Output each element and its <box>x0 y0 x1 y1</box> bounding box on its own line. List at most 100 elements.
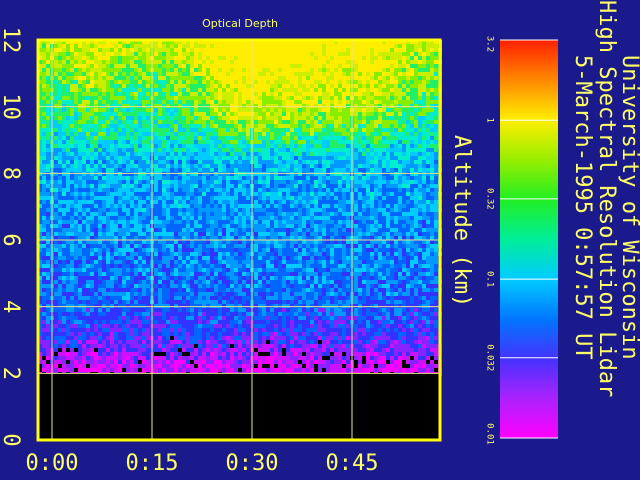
heatmap-cell <box>170 172 174 176</box>
heatmap-cell <box>430 160 434 164</box>
heatmap-cell <box>366 104 370 108</box>
heatmap-cell <box>174 168 178 172</box>
heatmap-cell <box>270 68 274 72</box>
heatmap-cell <box>106 124 110 128</box>
heatmap-cell <box>390 188 394 192</box>
heatmap-cell <box>70 224 74 228</box>
heatmap-cell <box>358 180 362 184</box>
heatmap-cell <box>274 148 278 152</box>
heatmap-cell <box>126 72 130 76</box>
heatmap-cell <box>302 172 306 176</box>
heatmap-cell <box>46 144 50 148</box>
heatmap-cell <box>410 196 414 200</box>
heatmap-cell <box>342 184 346 188</box>
heatmap-cell <box>414 200 418 204</box>
heatmap-cell <box>82 232 86 236</box>
heatmap-cell <box>210 160 214 164</box>
heatmap-cell <box>178 216 182 220</box>
heatmap-cell <box>42 228 46 232</box>
heatmap-cell <box>334 220 338 224</box>
heatmap-cell <box>258 120 262 124</box>
heatmap-cell <box>246 44 250 48</box>
heatmap-cell <box>358 80 362 84</box>
heatmap-cell <box>242 152 246 156</box>
heatmap-cell <box>266 44 270 48</box>
heatmap-cell <box>90 208 94 212</box>
heatmap-cell <box>298 184 302 188</box>
heatmap-cell <box>274 188 278 192</box>
heatmap-cell <box>238 160 242 164</box>
heatmap-cell <box>194 204 198 208</box>
heatmap-cell <box>274 164 278 168</box>
heatmap-cell <box>338 56 342 60</box>
heatmap-cell <box>386 136 390 140</box>
heatmap-cell <box>222 216 226 220</box>
heatmap-cell <box>218 84 222 88</box>
heatmap-cell <box>130 232 134 236</box>
heatmap-cell <box>302 216 306 220</box>
heatmap-cell <box>138 168 142 172</box>
heatmap-cell <box>190 88 194 92</box>
heatmap-cell <box>230 48 234 52</box>
heatmap-cell <box>194 172 198 176</box>
heatmap-cell <box>78 212 82 216</box>
heatmap-cell <box>262 64 266 68</box>
heatmap-cell <box>62 48 66 52</box>
heatmap-cell <box>218 132 222 136</box>
heatmap-cell <box>86 80 90 84</box>
heatmap-cell <box>254 208 258 212</box>
heatmap-cell <box>366 76 370 80</box>
heatmap-cell <box>54 92 58 96</box>
heatmap-cell <box>370 136 374 140</box>
heatmap-cell <box>146 100 150 104</box>
heatmap-cell <box>42 72 46 76</box>
heatmap-cell <box>114 76 118 80</box>
heatmap-cell <box>402 208 406 212</box>
heatmap-cell <box>206 124 210 128</box>
heatmap-cell <box>366 84 370 88</box>
heatmap-cell <box>170 112 174 116</box>
heatmap-cell <box>174 52 178 56</box>
heatmap-cell <box>230 168 234 172</box>
heatmap-cell <box>110 132 114 136</box>
heatmap-cell <box>146 108 150 112</box>
heatmap-cell <box>210 180 214 184</box>
heatmap-cell <box>90 212 94 216</box>
heatmap-cell <box>110 164 114 168</box>
heatmap-cell <box>290 228 294 232</box>
heatmap-cell <box>234 212 238 216</box>
heatmap-cell <box>198 60 202 64</box>
heatmap-cell <box>410 68 414 72</box>
heatmap-cell <box>254 80 258 84</box>
heatmap-cell <box>282 52 286 56</box>
heatmap-cell <box>118 64 122 68</box>
heatmap-cell <box>334 164 338 168</box>
heatmap-cell <box>298 124 302 128</box>
heatmap-cell <box>306 216 310 220</box>
heatmap-cell <box>262 104 266 108</box>
heatmap-cell <box>302 108 306 112</box>
heatmap-cell <box>134 56 138 60</box>
heatmap-cell <box>134 104 138 108</box>
heatmap-cell <box>354 160 358 164</box>
heatmap-cell <box>42 164 46 168</box>
heatmap-cell <box>342 72 346 76</box>
heatmap-cell <box>146 60 150 64</box>
heatmap-cell <box>42 100 46 104</box>
heatmap-cell <box>214 120 218 124</box>
heatmap-cell <box>178 52 182 56</box>
heatmap-cell <box>198 168 202 172</box>
heatmap-cell <box>198 164 202 168</box>
heatmap-cell <box>374 212 378 216</box>
heatmap-cell <box>178 232 182 236</box>
heatmap-cell <box>82 136 86 140</box>
heatmap-cell <box>282 108 286 112</box>
heatmap-cell <box>334 140 338 144</box>
heatmap-cell <box>90 232 94 236</box>
heatmap-cell <box>206 144 210 148</box>
heatmap-cell <box>194 128 198 132</box>
heatmap-cell <box>238 48 242 52</box>
heatmap-cell <box>262 56 266 60</box>
heatmap-cell <box>154 76 158 80</box>
heatmap-cell <box>162 136 166 140</box>
